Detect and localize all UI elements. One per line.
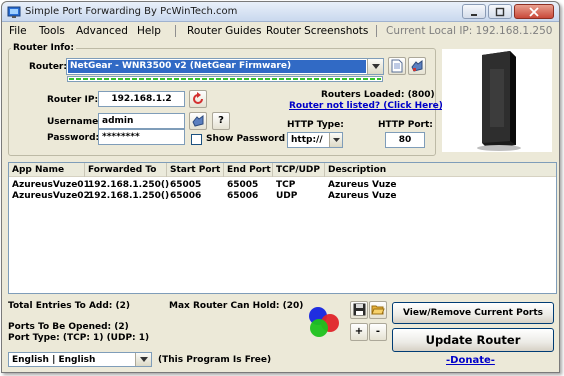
minimize-button[interactable]: [462, 4, 486, 19]
rgb-logo-icon: [309, 307, 339, 337]
language-dropdown-button[interactable]: [135, 353, 151, 366]
maximize-button[interactable]: [488, 4, 512, 19]
list-header: App Name Forwarded To Start Port End Por…: [9, 163, 556, 177]
hand-pointer-icon: [411, 60, 423, 72]
minimize-icon: [471, 14, 477, 16]
username-field[interactable]: admin: [98, 113, 185, 129]
chevron-down-icon: [139, 357, 148, 362]
cell-app-name: AzureusVuze02: [12, 191, 90, 201]
add-entry-button[interactable]: +: [350, 323, 368, 341]
cell-description: Azureus Vuze: [328, 191, 397, 201]
menu-bar: File Tools Advanced Help Router Guides R…: [2, 22, 559, 40]
refresh-icon: [193, 92, 203, 104]
router-ip-label: Router IP:: [47, 95, 99, 105]
router-select[interactable]: NetGear - WNR3500 v2 (NetGear Firmware): [66, 58, 384, 75]
http-type-value: http://: [291, 135, 323, 145]
router-ip-field[interactable]: 192.168.1.2: [98, 91, 185, 107]
routers-loaded-label: Routers Loaded: (800): [321, 90, 435, 100]
router-selected-value: NetGear - WNR3500 v2 (NetGear Firmware): [68, 60, 366, 73]
menu-help[interactable]: Help: [137, 25, 161, 37]
router-label: Router:: [29, 62, 67, 72]
menu-router-screenshots[interactable]: Router Screenshots: [266, 25, 368, 37]
router-notes-button[interactable]: [388, 57, 406, 75]
ports-opened-label: Ports To Be Opened: (2): [8, 322, 129, 332]
http-type-dropdown-button[interactable]: [329, 133, 342, 147]
http-port-field[interactable]: 80: [385, 132, 425, 148]
menu-advanced[interactable]: Advanced: [76, 25, 128, 37]
router-image: [442, 49, 552, 152]
router-info-legend: Router Info:: [11, 43, 76, 53]
http-type-label: HTTP Type:: [287, 120, 344, 130]
port-type-label: Port Type: (TCP: 1) (UDP: 1): [8, 333, 150, 343]
close-icon: [529, 7, 539, 17]
menu-separator: [175, 25, 176, 37]
http-port-label: HTTP Port:: [378, 120, 433, 130]
menu-separator: [376, 25, 377, 37]
open-button[interactable]: [369, 301, 387, 319]
app-window: Simple Port Forwarding By PcWinTech.com …: [1, 1, 560, 373]
menu-router-guides[interactable]: Router Guides: [187, 25, 261, 37]
username-label: Username:: [47, 117, 102, 127]
chevron-down-icon: [332, 138, 340, 142]
column-start-port[interactable]: Start Port: [167, 163, 224, 177]
column-app-name[interactable]: App Name: [9, 163, 85, 177]
refresh-ip-button[interactable]: [189, 90, 207, 108]
remove-entry-button[interactable]: -: [369, 323, 387, 341]
cell-end-port: 65006: [227, 191, 259, 201]
hand-pointer-icon: [192, 115, 204, 127]
document-icon: [391, 59, 403, 73]
max-router-label: Max Router Can Hold: (20): [169, 301, 304, 311]
column-tcp-udp[interactable]: TCP/UDP: [273, 163, 325, 177]
menu-file[interactable]: File: [9, 25, 27, 37]
local-ip-label: Current Local IP: 192.168.1.250: [386, 25, 553, 37]
password-label: Password:: [47, 133, 100, 143]
router-not-listed-link[interactable]: Router not listed? (Click Here): [289, 101, 443, 111]
column-end-port[interactable]: End Port: [224, 163, 273, 177]
router-screenshot-button[interactable]: [408, 57, 426, 75]
menu-tools[interactable]: Tools: [39, 25, 65, 37]
folder-open-icon: [371, 305, 385, 315]
view-remove-ports-button[interactable]: View/Remove Current Ports: [392, 302, 554, 324]
column-forwarded-to[interactable]: Forwarded To: [85, 163, 167, 177]
username-pick-button[interactable]: [189, 112, 207, 130]
show-password-label[interactable]: Show Password: [206, 134, 285, 144]
maximize-icon: [495, 7, 505, 17]
cell-forwarded-to: 192.168.1.250(): [88, 191, 170, 201]
port-list[interactable]: App Name Forwarded To Start Port End Por…: [8, 162, 557, 294]
chevron-down-icon: [371, 64, 380, 69]
language-select[interactable]: English | English: [8, 352, 152, 367]
show-password-checkbox[interactable]: [191, 134, 202, 145]
password-field[interactable]: ********: [98, 129, 185, 145]
title-bar[interactable]: Simple Port Forwarding By PcWinTech.com: [2, 2, 559, 22]
help-button[interactable]: ?: [212, 112, 230, 130]
http-type-select[interactable]: http://: [287, 132, 343, 148]
window-title: Simple Port Forwarding By PcWinTech.com: [25, 6, 238, 17]
close-button[interactable]: [514, 4, 554, 19]
floppy-disk-icon: [353, 303, 365, 316]
update-router-button[interactable]: Update Router: [392, 328, 554, 352]
total-entries-label: Total Entries To Add: (2): [8, 301, 131, 311]
router-dropdown-button[interactable]: [367, 59, 383, 74]
app-icon: [7, 6, 21, 18]
donate-link[interactable]: -Donate-: [446, 355, 495, 366]
load-progress-fill: [69, 78, 381, 80]
save-button[interactable]: [350, 301, 368, 319]
cell-protocol: UDP: [276, 191, 298, 201]
free-program-note: (This Program Is Free): [158, 355, 272, 365]
load-progress-bar: [67, 76, 383, 82]
language-value: English | English: [12, 355, 96, 365]
column-description[interactable]: Description: [325, 163, 558, 177]
table-row[interactable]: AzureusVuze02 192.168.1.250() 65006 6500…: [9, 190, 556, 202]
cell-start-port: 65006: [170, 191, 202, 201]
